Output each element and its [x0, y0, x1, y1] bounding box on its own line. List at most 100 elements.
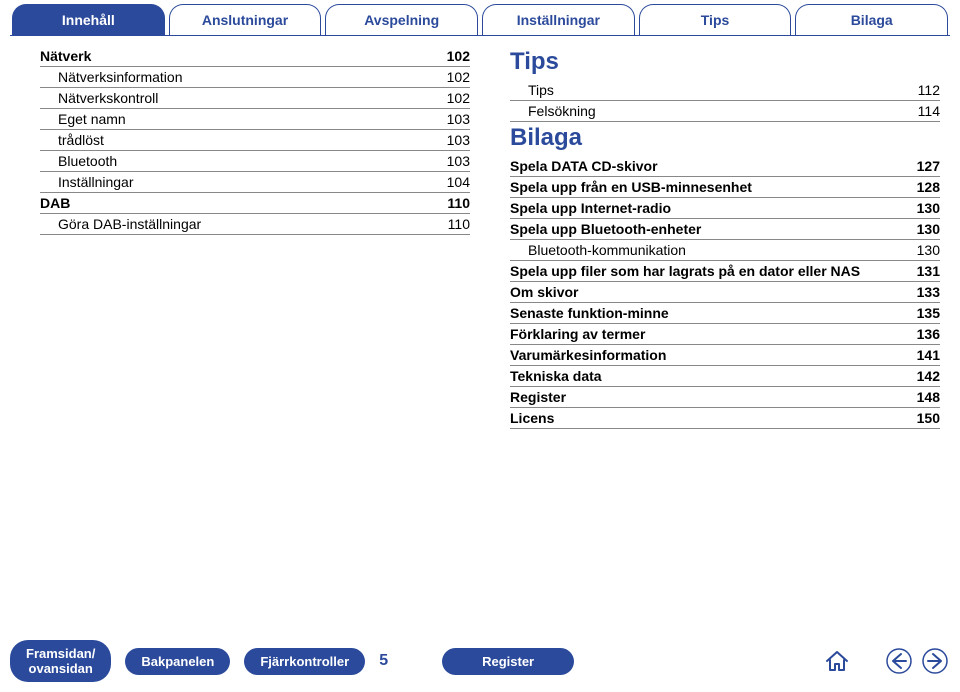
tab-label: Bilaga	[851, 12, 893, 28]
toc-row-label: Bluetooth	[40, 153, 117, 169]
toc-row-page: 142	[917, 368, 940, 384]
toc-row-label: Varumärkesinformation	[510, 347, 666, 363]
toc-row[interactable]: Spela upp Internet-radio 130	[510, 198, 940, 219]
toc-row-label: Tekniska data	[510, 368, 602, 384]
toc-row-page: 135	[917, 305, 940, 321]
toc-row-label: Register	[510, 389, 566, 405]
toc-row-page: 112	[918, 82, 940, 98]
toc-row[interactable]: Spela upp Bluetooth-enheter 130	[510, 219, 940, 240]
toc-row[interactable]: Licens150	[510, 408, 940, 429]
toc-row-label: Spela upp filer som har lagrats på en da…	[510, 263, 860, 279]
toc-row-label: Om skivor	[510, 284, 578, 300]
toc-row-label: Inställningar	[40, 174, 134, 190]
toc-row-page: 128	[917, 179, 940, 195]
toc-row[interactable]: DAB110	[40, 193, 470, 214]
toc-row[interactable]: Göra DAB-inställningar 110	[40, 214, 470, 235]
tab-tips[interactable]: Tips	[639, 4, 792, 35]
toc-row-page: 102	[447, 69, 470, 85]
bottom-pill-label: Framsidan/ ovansidan	[26, 646, 95, 676]
toc-row-label: Nätverksinformation	[40, 69, 183, 85]
toc-row-label: Nätverkskontroll	[40, 90, 158, 106]
left-toc-column: Nätverk102Nätverksinformation102Nätverks…	[40, 46, 470, 429]
toc-row-page: 103	[447, 132, 470, 148]
toc-row[interactable]: Om skivor 133	[510, 282, 940, 303]
tab-label: Innehåll	[62, 12, 115, 28]
toc-row-page: 141	[917, 347, 940, 363]
section-title: Tips	[510, 48, 940, 76]
toc-row[interactable]: Felsökning 114	[510, 101, 940, 122]
toc-row-page: 130	[917, 242, 940, 258]
tab-avspelning[interactable]: Avspelning	[325, 4, 478, 35]
toc-row-label: Senaste funktion-minne	[510, 305, 669, 321]
toc-row-label: Eget namn	[40, 111, 126, 127]
toc-row-label: Bluetooth-kommunikation	[510, 242, 686, 258]
bottom-pill-label: Bakpanelen	[141, 654, 214, 669]
toc-row-label: Förklaring av termer	[510, 326, 645, 342]
toc-row[interactable]: Nätverkskontroll 102	[40, 88, 470, 109]
tab-bilaga[interactable]: Bilaga	[795, 4, 948, 35]
bottom-pill[interactable]: Framsidan/ ovansidan	[10, 640, 111, 682]
register-button[interactable]: Register	[442, 648, 574, 675]
toc-row-page: 102	[447, 90, 470, 106]
toc-row[interactable]: Varumärkesinformation 141	[510, 345, 940, 366]
toc-row[interactable]: Nätverksinformation 102	[40, 67, 470, 88]
section-title: Bilaga	[510, 124, 940, 152]
toc-row[interactable]: Spela DATA CD-skivor 127	[510, 156, 940, 177]
toc-row[interactable]: Eget namn 103	[40, 109, 470, 130]
toc-row-page: 102	[447, 48, 470, 64]
toc-row-page: 110	[448, 216, 470, 232]
bottom-bar: Framsidan/ ovansidan Bakpanelen Fjärrkontr…	[0, 640, 960, 682]
toc-row-label: Felsökning	[510, 103, 596, 119]
page-number: 5	[379, 652, 388, 670]
toc-row[interactable]: Spela upp filer som har lagrats på en da…	[510, 261, 940, 282]
toc-row-label: trådlöst	[40, 132, 104, 148]
right-toc-column: Tips Tips 112 Felsökning 114 Bilaga Spela DATA…	[510, 46, 940, 429]
toc-row-page: 150	[917, 410, 940, 426]
tab-label: Inställningar	[517, 12, 600, 28]
bottom-pill-label: Fjärrkontroller	[260, 654, 349, 669]
register-button-label: Register	[482, 654, 534, 669]
bottom-pill[interactable]: Bakpanelen	[125, 648, 230, 675]
toc-row-page: 127	[917, 158, 940, 174]
toc-row-label: Spela upp Internet-radio	[510, 200, 671, 216]
next-page-icon[interactable]	[920, 646, 950, 676]
tab-label: Avspelning	[364, 12, 439, 28]
toc-row[interactable]: Bluetooth-kommunikation 130	[510, 240, 940, 261]
toc-row[interactable]: Tekniska data 142	[510, 366, 940, 387]
toc-row-label: Tips	[510, 82, 554, 98]
toc-row-page: 130	[917, 221, 940, 237]
toc-row-label: DAB	[40, 195, 70, 211]
tab-innehåll[interactable]: Innehåll	[12, 4, 165, 35]
toc-row[interactable]: Senaste funktion-minne 135	[510, 303, 940, 324]
toc-row[interactable]: Register 148	[510, 387, 940, 408]
toc-row-label: Spela DATA CD-skivor	[510, 158, 658, 174]
toc-row-label: Spela upp Bluetooth-enheter	[510, 221, 701, 237]
toc-row[interactable]: Förklaring av termer 136	[510, 324, 940, 345]
toc-row-page: 103	[447, 111, 470, 127]
toc-row-page: 136	[917, 326, 940, 342]
tab-label: Anslutningar	[202, 12, 288, 28]
toc-row[interactable]: Spela upp från en USB-minnesenhet 128	[510, 177, 940, 198]
toc-row[interactable]: trådlöst 103	[40, 130, 470, 151]
toc-row[interactable]: Bluetooth 103	[40, 151, 470, 172]
toc-row-page: 104	[447, 174, 470, 190]
toc-row-page: 114	[918, 103, 940, 119]
home-icon[interactable]	[822, 646, 852, 676]
toc-row[interactable]: Inställningar 104	[40, 172, 470, 193]
tab-anslutningar[interactable]: Anslutningar	[169, 4, 322, 35]
toc-row-page: 148	[917, 389, 940, 405]
toc-row-label: Göra DAB-inställningar	[40, 216, 201, 232]
toc-row-page: 133	[917, 284, 940, 300]
bottom-pill[interactable]: Fjärrkontroller	[244, 648, 365, 675]
toc-row-label: Spela upp från en USB-minnesenhet	[510, 179, 752, 195]
prev-page-icon[interactable]	[884, 646, 914, 676]
top-tabs: Innehåll Anslutningar Avspelning Inställnin…	[0, 0, 960, 35]
toc-row-page: 130	[917, 200, 940, 216]
toc-row[interactable]: Tips 112	[510, 80, 940, 101]
toc-row-page: 131	[917, 263, 940, 279]
toc-row[interactable]: Nätverk 102	[40, 46, 470, 67]
toc-row-label: Nätverk	[40, 48, 91, 64]
toc-row-page: 103	[447, 153, 470, 169]
tab-inställningar[interactable]: Inställningar	[482, 4, 635, 35]
tab-label: Tips	[701, 12, 730, 28]
